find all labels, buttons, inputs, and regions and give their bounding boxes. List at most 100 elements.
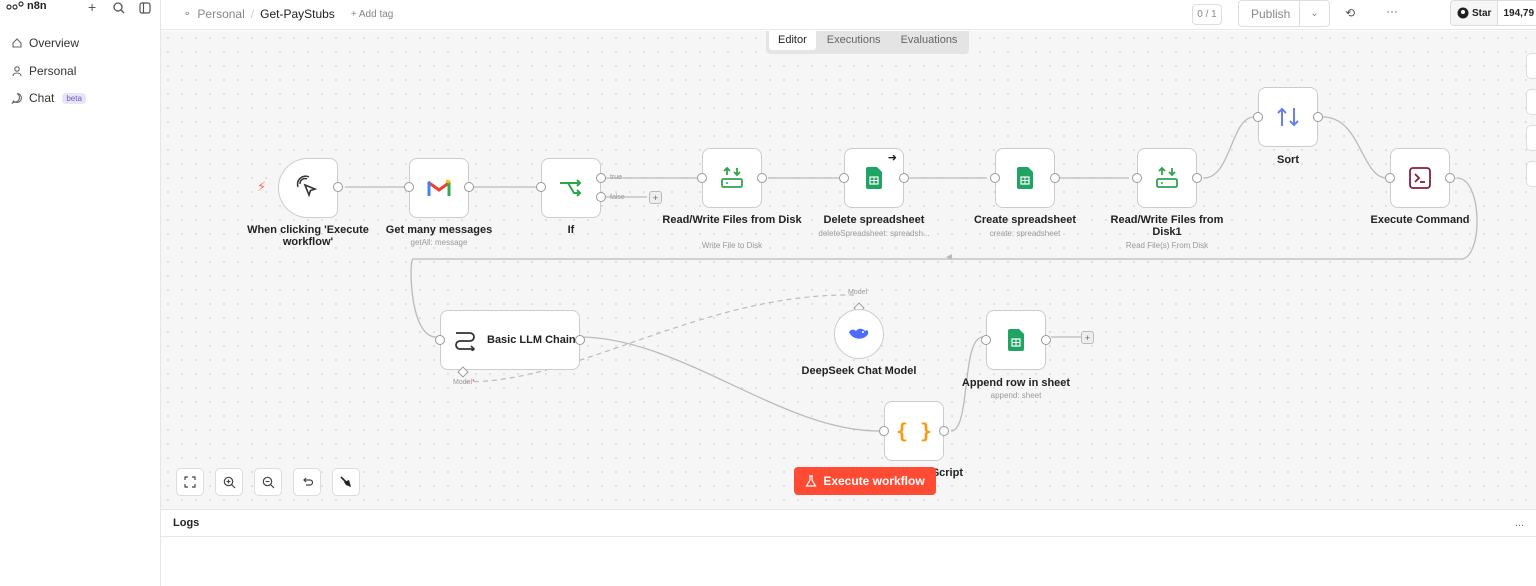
node-deepseek-chat-model[interactable] [834, 309, 884, 359]
right-toolbar-button[interactable] [1526, 125, 1536, 151]
output-port[interactable] [939, 426, 949, 436]
input-port[interactable] [1385, 173, 1395, 183]
logs-panel: Logs ... [161, 509, 1536, 586]
node-gmail[interactable] [409, 158, 469, 218]
chevron-down-icon[interactable]: ⌄ [1299, 1, 1329, 26]
if-false-label: false [610, 194, 625, 201]
input-port[interactable] [536, 182, 546, 192]
disk-icon [721, 166, 743, 188]
output-port[interactable] [1041, 335, 1051, 345]
logs-more-icon[interactable]: ... [1515, 517, 1524, 529]
tidy-up-button[interactable] [332, 468, 360, 496]
logs-title: Logs [173, 517, 200, 529]
output-port[interactable] [1445, 173, 1455, 183]
deepseek-whale-icon [849, 328, 869, 339]
chain-icon [455, 332, 476, 351]
node-code[interactable]: { } [884, 401, 944, 461]
input-port[interactable] [981, 335, 991, 345]
right-toolbar-button[interactable] [1526, 53, 1536, 79]
execute-workflow-button[interactable]: Execute workflow [794, 467, 936, 495]
node-label: Read/Write Files from Disk [662, 214, 802, 226]
input-port[interactable] [879, 426, 889, 436]
add-node-button[interactable]: + [1081, 331, 1094, 344]
execute-workflow-label: Execute workflow [823, 474, 925, 488]
google-sheets-icon [866, 167, 882, 189]
collapse-sidebar-icon[interactable] [139, 0, 151, 17]
google-sheets-icon [1008, 329, 1024, 351]
input-port[interactable] [697, 173, 707, 183]
node-subtitle: append: sheet [990, 391, 1042, 400]
input-port[interactable] [435, 335, 445, 345]
broom-icon [340, 476, 351, 487]
input-port[interactable] [839, 173, 849, 183]
right-toolbar-button[interactable] [1526, 89, 1536, 115]
add-node-button[interactable]: + [649, 191, 662, 204]
flask-icon [805, 475, 817, 487]
n8n-logo-icon [6, 1, 24, 10]
fit-view-button[interactable] [176, 468, 204, 496]
sidebar-item-overview[interactable]: Overview [10, 36, 79, 50]
github-icon [1457, 7, 1469, 19]
input-port[interactable] [1132, 173, 1142, 183]
output-port[interactable] [333, 182, 343, 192]
model-port-label: Model* [453, 379, 475, 386]
version-counter: 0 / 1 [1192, 4, 1222, 25]
zoom-in-icon [223, 476, 235, 488]
github-star-count: 194,79 [1498, 1, 1536, 25]
right-toolbar-button[interactable] [1526, 161, 1536, 187]
input-port[interactable] [990, 173, 1000, 183]
terminal-icon [1409, 167, 1431, 189]
github-star-button[interactable]: Star 194,79 [1450, 0, 1536, 26]
node-sort[interactable] [1258, 87, 1318, 147]
node-read-write-files-1[interactable] [1137, 148, 1197, 208]
n8n-logo[interactable]: n8n [6, 0, 47, 12]
publish-button[interactable]: Publish ⌄ [1238, 0, 1330, 27]
node-subtitle: getAll: message [410, 238, 468, 247]
output-port[interactable] [757, 173, 767, 183]
node-label: When clicking 'Execute workflow' [247, 224, 369, 248]
node-delete-spreadsheet[interactable]: ➜ [844, 148, 904, 208]
logs-header[interactable]: Logs ... [161, 510, 1536, 537]
workflow-canvas[interactable]: Editor Executions Evaluations ⚡ When cli… [161, 31, 1536, 509]
add-icon[interactable]: + [88, 0, 96, 15]
node-subtitle: Read File(s) From Disk [1125, 241, 1209, 250]
node-execute-command[interactable] [1390, 148, 1450, 208]
search-icon[interactable] [113, 0, 125, 17]
chat-icon [10, 92, 23, 105]
node-label: Append row in sheet [961, 377, 1071, 389]
sort-icon [1277, 107, 1299, 127]
node-trigger[interactable] [278, 158, 338, 218]
workflow-name[interactable]: Get-PayStubs [260, 7, 335, 21]
zoom-out-icon [262, 476, 274, 488]
node-basic-llm-chain[interactable]: Basic LLM Chain [440, 310, 580, 370]
input-port[interactable] [404, 182, 414, 192]
zoom-out-button[interactable] [254, 468, 282, 496]
node-label: Sort [1277, 154, 1299, 166]
node-read-write-files[interactable] [702, 148, 762, 208]
output-port[interactable] [1313, 112, 1323, 122]
breadcrumb-project[interactable]: Personal [197, 7, 244, 21]
output-port[interactable] [899, 173, 909, 183]
reset-zoom-button[interactable] [293, 468, 321, 496]
sidebar-item-chat[interactable]: Chat beta [10, 91, 86, 105]
output-port[interactable] [1192, 173, 1202, 183]
node-if[interactable] [541, 158, 601, 218]
node-create-spreadsheet[interactable] [995, 148, 1055, 208]
node-label: If [567, 224, 575, 236]
zoom-in-button[interactable] [215, 468, 243, 496]
sidebar-item-personal[interactable]: Personal [10, 64, 76, 78]
add-tag-link[interactable]: + Add tag [351, 9, 394, 20]
output-port-false[interactable] [596, 192, 606, 202]
more-icon[interactable]: ··· [1386, 4, 1398, 18]
model-label: Model [848, 289, 868, 296]
sidebar: n8n + Overview Personal Chat beta [0, 0, 161, 586]
output-port[interactable] [575, 335, 585, 345]
connections [345, 116, 1478, 432]
input-port[interactable] [1253, 112, 1263, 122]
node-append-row[interactable] [986, 310, 1046, 370]
node-label: Read/Write Files from Disk1 [1110, 214, 1224, 238]
output-port[interactable] [1050, 173, 1060, 183]
output-port[interactable] [464, 182, 474, 192]
output-port-true[interactable] [596, 173, 606, 183]
history-icon[interactable]: ⟲ [1345, 6, 1355, 20]
